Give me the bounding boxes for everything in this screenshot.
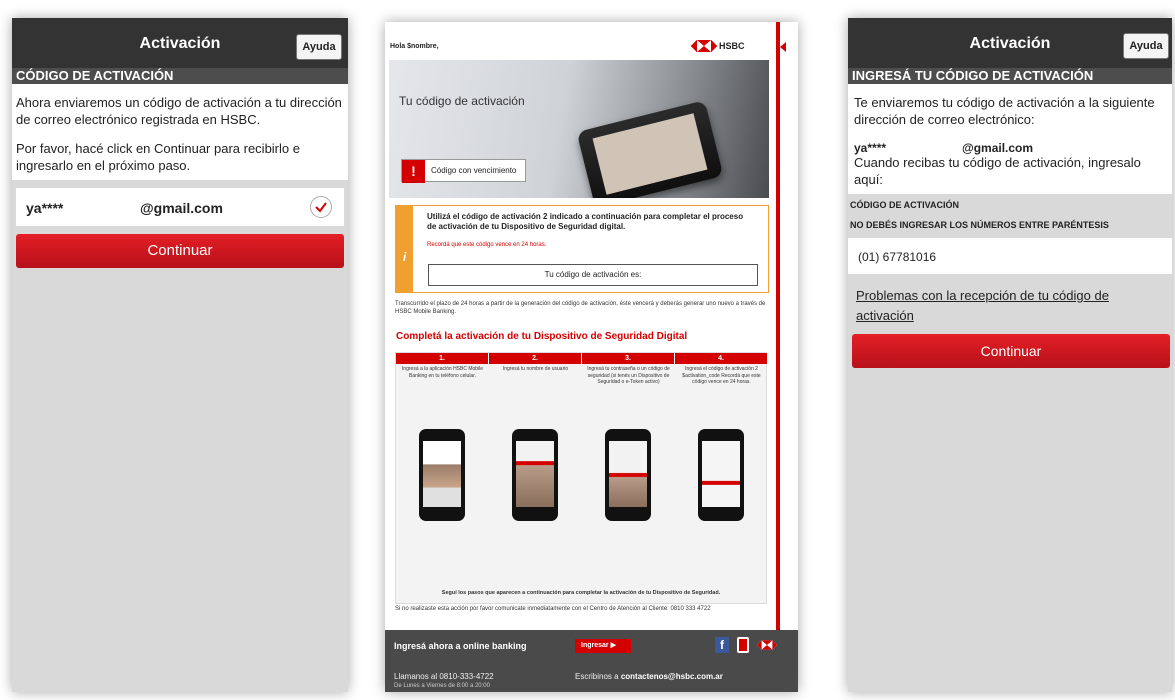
email-option[interactable]: ya**** @gmail.com bbox=[16, 188, 344, 226]
info-icon: i bbox=[396, 206, 413, 292]
instructions-paragraph: Ahora enviaremos un código de activación… bbox=[16, 95, 342, 127]
step-number: 3. bbox=[582, 353, 675, 364]
email-domain: @gmail.com bbox=[140, 200, 223, 216]
hero-title: Tu código de activación bbox=[399, 94, 525, 108]
help-button[interactable]: Ayuda bbox=[1123, 33, 1169, 59]
steps-grid: 1. Ingresá a la aplicación HSBC Mobile B… bbox=[395, 352, 768, 605]
phone-screen bbox=[516, 441, 554, 507]
email-greeting: Hola $nombre, bbox=[390, 43, 439, 50]
smartphone-image bbox=[576, 100, 724, 198]
online-banking-text: Ingresá ahora a online banking bbox=[394, 641, 527, 651]
instructions-paragraph: Cuando recibas tu código de activación, … bbox=[854, 155, 1141, 187]
red-border-bar bbox=[776, 22, 780, 630]
screen-header: Activación Ayuda bbox=[12, 18, 348, 68]
step-number: 4. bbox=[675, 353, 768, 364]
step-text: Ingresá el código de activación 2 $activ… bbox=[682, 366, 761, 385]
phone-screen bbox=[423, 441, 461, 507]
phone-screenshot bbox=[698, 429, 744, 521]
write-us: Escribinos a contactenos@hsbc.com.ar bbox=[575, 672, 723, 681]
help-button[interactable]: Ayuda bbox=[296, 34, 342, 60]
email-user: ya**** bbox=[854, 141, 887, 155]
step-column: 4. Ingresá el código de activación 2 $ac… bbox=[675, 353, 768, 605]
step-number: 2. bbox=[489, 353, 582, 364]
section-title: CÓDIGO DE ACTIVACIÓN bbox=[12, 68, 348, 84]
badge-label: Código con vencimiento bbox=[431, 166, 517, 175]
phone-screenshot bbox=[512, 429, 558, 521]
steps-footer: Seguí los pasos que aparecen a continuac… bbox=[441, 590, 721, 596]
instructions-paragraph: Por favor, hacé click en Continuar para … bbox=[16, 141, 300, 173]
step-column: 2. Ingresá tu nombre de usuario bbox=[489, 353, 582, 605]
red-bar-tip bbox=[780, 42, 786, 52]
phone-line: Llamanos al 0810-333-4722 bbox=[394, 672, 494, 681]
mobile-app-icon[interactable] bbox=[737, 637, 749, 653]
login-button-label: Ingresar bbox=[581, 642, 609, 649]
hours-line: De Lunes a Viernes de 8:00 a 20:00 bbox=[394, 683, 490, 689]
screen-header: Activación Ayuda bbox=[848, 18, 1172, 68]
phone-screenshot bbox=[419, 429, 465, 521]
email-user: ya**** bbox=[26, 200, 64, 216]
email-footer: Ingresá ahora a online banking Ingresar … bbox=[385, 630, 798, 692]
activation-code-input[interactable]: (01) 67781016 bbox=[848, 238, 1172, 274]
code-field-hint: NO DEBÉS INGRESAR LOS NÚMEROS ENTRE PARÉ… bbox=[850, 220, 1109, 230]
alert-icon: ! bbox=[402, 160, 425, 183]
phone-screen bbox=[702, 441, 740, 507]
steps-heading: Completá la activación de tu Dispositivo… bbox=[396, 331, 688, 342]
login-button[interactable]: Ingresar ▶ bbox=[575, 639, 631, 653]
code-field-label: CÓDIGO DE ACTIVACIÓN bbox=[850, 200, 960, 210]
activation-email: Hola $nombre, HSBC Tu código de activaci… bbox=[385, 22, 798, 692]
brand-name: HSBC bbox=[719, 41, 745, 51]
section-title: INGRESÁ TU CÓDIGO DE ACTIVACIÓN bbox=[848, 68, 1172, 84]
instructions-block: Te enviaremos tu código de activación a … bbox=[848, 84, 1172, 194]
phone-screen bbox=[609, 441, 647, 507]
smartphone-screen bbox=[592, 113, 708, 195]
collage: Activación Ayuda CÓDIGO DE ACTIVACIÓN Ah… bbox=[0, 0, 1175, 700]
expiry-badge: ! Código con vencimiento bbox=[401, 159, 526, 183]
step-text: Ingresá a la aplicación HSBC Mobile Bank… bbox=[401, 366, 484, 379]
notice-text: Utilizá el código de activación 2 indica… bbox=[427, 212, 744, 231]
right-activation-screen: Activación Ayuda INGRESÁ TU CÓDIGO DE AC… bbox=[848, 18, 1172, 692]
notice-warning: Recordá que este código vence en 24 hora… bbox=[427, 242, 547, 248]
step-text: Ingresá tu contraseña o un código de seg… bbox=[587, 366, 670, 385]
instructions-paragraph: Te enviaremos tu código de activación a … bbox=[854, 95, 1155, 127]
check-circle-icon[interactable] bbox=[310, 196, 332, 218]
instructions-block: Ahora enviaremos un código de activación… bbox=[12, 84, 348, 180]
step-column: 3. Ingresá tu contraseña o un código de … bbox=[582, 353, 675, 605]
continue-button[interactable]: Continuar bbox=[16, 234, 344, 268]
code-box: Tu código de activación es: bbox=[428, 264, 758, 286]
phone-screenshot bbox=[605, 429, 651, 521]
step-column: 1. Ingresá a la aplicación HSBC Mobile B… bbox=[396, 353, 489, 605]
social-icons: f bbox=[715, 637, 779, 653]
continue-button[interactable]: Continuar bbox=[852, 334, 1170, 368]
write-prefix: Escribinos a bbox=[575, 672, 619, 681]
left-activation-screen: Activación Ayuda CÓDIGO DE ACTIVACIÓN Ah… bbox=[12, 18, 348, 692]
hsbc-logo: HSBC bbox=[691, 40, 751, 52]
contact-email-link[interactable]: contactenos@hsbc.com.ar bbox=[621, 672, 723, 681]
step-text: Ingresá tu nombre de usuario bbox=[502, 366, 569, 372]
hsbc-hexagon-icon bbox=[691, 40, 717, 52]
registered-email: ya**** @gmail.com bbox=[854, 140, 1166, 155]
step-number: 1. bbox=[396, 353, 489, 364]
code-notice: i Utilizá el código de activación 2 indi… bbox=[395, 205, 769, 293]
expiry-paragraph: Transcurrido el plazo de 24 horas a part… bbox=[395, 301, 766, 315]
facebook-icon[interactable]: f bbox=[715, 637, 729, 653]
hsbc-hexagon-icon[interactable] bbox=[757, 640, 777, 650]
problems-link[interactable]: Problemas con la recepción de tu código … bbox=[856, 286, 1166, 326]
hero-banner: Tu código de activación ! Código con ven… bbox=[389, 60, 769, 198]
email-domain: @gmail.com bbox=[962, 141, 1034, 155]
contact-text: Si no realizaste esta acción por favor c… bbox=[395, 606, 711, 612]
